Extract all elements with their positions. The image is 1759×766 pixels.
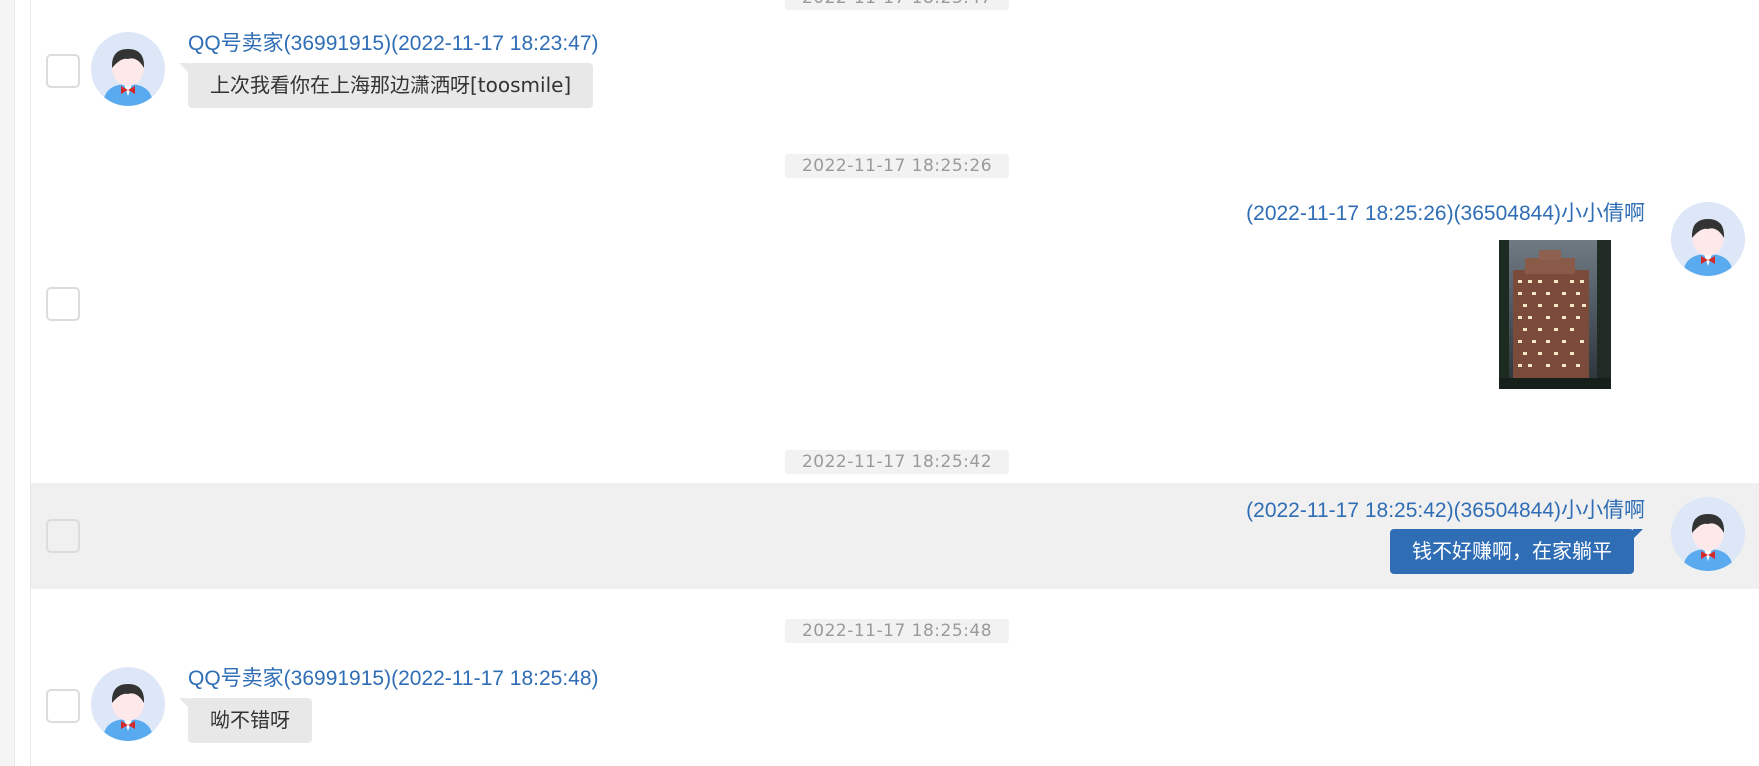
- sender-label: QQ号卖家(36991915)(2022-11-17 18:25:48): [188, 667, 599, 690]
- sender-label: (2022-11-17 18:25:42)(36504844)小小倩啊: [1246, 499, 1645, 522]
- select-checkbox[interactable]: [46, 287, 80, 321]
- select-checkbox[interactable]: [46, 519, 80, 553]
- avatar: [91, 667, 165, 741]
- avatar: [1671, 497, 1745, 571]
- time-divider: 2022-11-17 18:25:48: [785, 619, 1009, 643]
- building-photo-image: [1499, 240, 1611, 389]
- avatar: [1671, 202, 1745, 276]
- time-divider: 2022-11-17 18:25:26: [785, 154, 1009, 178]
- select-checkbox[interactable]: [46, 689, 80, 723]
- avatar-icon: [1671, 497, 1745, 571]
- message-row[interactable]: (2022-11-17 18:25:42)(36504844)小小倩啊 钱不好赚…: [31, 483, 1759, 589]
- sender-label: QQ号卖家(36991915)(2022-11-17 18:23:47): [188, 32, 599, 55]
- message-row[interactable]: QQ号卖家(36991915)(2022-11-17 18:23:47) 上次我…: [31, 20, 1759, 140]
- building-photo[interactable]: [1499, 240, 1611, 389]
- avatar-icon: [1671, 202, 1745, 276]
- avatar: [91, 32, 165, 106]
- chat-history-page: 2022-11-17 18:23:47 QQ号卖家(36991915)(2022…: [0, 0, 1759, 766]
- chat-message-list[interactable]: 2022-11-17 18:23:47 QQ号卖家(36991915)(2022…: [30, 0, 1759, 766]
- message-row[interactable]: QQ号卖家(36991915)(2022-11-17 18:25:48) 呦不错…: [31, 655, 1759, 766]
- avatar-icon: [91, 667, 165, 741]
- time-divider: 2022-11-17 18:23:47: [785, 0, 1009, 10]
- select-checkbox[interactable]: [46, 54, 80, 88]
- message-bubble[interactable]: 呦不错呀: [179, 698, 312, 743]
- avatar-icon: [91, 32, 165, 106]
- left-gutter: [0, 0, 15, 766]
- message-bubble[interactable]: 上次我看你在上海那边潇洒呀[toosmile]: [178, 63, 594, 108]
- sender-label: (2022-11-17 18:25:26)(36504844)小小倩啊: [1246, 202, 1645, 225]
- message-row[interactable]: (2022-11-17 18:25:26)(36504844)小小倩啊: [31, 190, 1759, 440]
- time-divider: 2022-11-17 18:25:42: [785, 450, 1009, 474]
- message-bubble[interactable]: 钱不好赚啊，在家躺平: [1390, 529, 1643, 574]
